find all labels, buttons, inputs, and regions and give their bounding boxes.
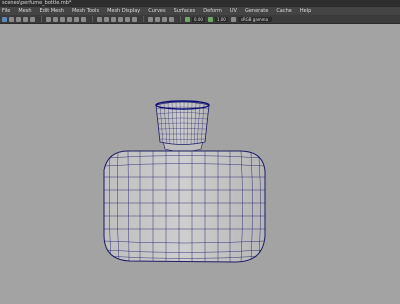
shadows-icon[interactable] [132,16,137,22]
toolbar-divider [92,16,93,22]
backface-culling-icon[interactable] [169,16,174,22]
color-management-icon[interactable] [230,16,236,22]
menu-bar: File Mesh Edit Mesh Mesh Tools Mesh Disp… [0,7,400,15]
menu-help[interactable]: Help [300,8,311,14]
textured-icon[interactable] [118,16,123,22]
menu-mesh-display[interactable]: Mesh Display [107,8,140,14]
menu-generate[interactable]: Generate [245,8,268,14]
grid-icon[interactable] [46,16,51,22]
film-gate-icon[interactable] [53,16,58,22]
wireframe-icon[interactable] [97,16,102,22]
menu-curves[interactable]: Curves [148,8,165,14]
menu-edit-mesh[interactable]: Edit Mesh [40,8,64,14]
viewport-panel[interactable] [0,25,400,300]
lights-icon[interactable] [125,16,130,22]
bookmark-icon[interactable] [16,16,21,22]
exposure-field[interactable]: 0.00 [192,16,205,22]
field-chart-icon[interactable] [74,16,79,22]
exposure-icon[interactable] [185,16,190,22]
menu-surfaces[interactable]: Surfaces [174,8,196,14]
gate-mask-icon[interactable] [67,16,72,22]
xray-joints-icon[interactable] [162,16,167,22]
select-camera-icon[interactable] [2,16,7,22]
menu-deform[interactable]: Deform [203,8,222,14]
smooth-shade-icon[interactable] [104,16,109,22]
menu-cache[interactable]: Cache [276,8,292,14]
resolution-gate-icon[interactable] [60,16,65,22]
gamma-icon[interactable] [207,16,213,22]
menu-mesh-tools[interactable]: Mesh Tools [72,8,99,14]
view-transform-select[interactable]: sRGB gamma [237,16,272,22]
panel-toolbar: 0.00 1.00 sRGB gamma [0,15,400,24]
gamma-field[interactable]: 1.00 [214,16,228,22]
safe-action-icon[interactable] [81,16,86,22]
toolbar-divider [143,16,144,22]
lock-camera-icon[interactable] [9,16,14,22]
2d-pan-zoom-icon[interactable] [30,16,35,22]
viewport-canvas[interactable] [0,25,400,300]
xray-icon[interactable] [155,16,160,22]
menu-uv[interactable]: UV [230,8,237,14]
image-plane-icon[interactable] [23,16,28,22]
toolbar-divider [41,16,42,22]
isolate-select-icon[interactable] [148,16,153,22]
window-title: scenes\perfume_bottle.mb* [0,0,400,7]
perfume-bottle-mesh[interactable] [103,100,266,263]
menu-file[interactable]: File [2,8,10,14]
wireframe-on-shaded-icon[interactable] [111,16,116,22]
menu-mesh[interactable]: Mesh [18,8,31,14]
toolbar-divider [180,16,181,22]
